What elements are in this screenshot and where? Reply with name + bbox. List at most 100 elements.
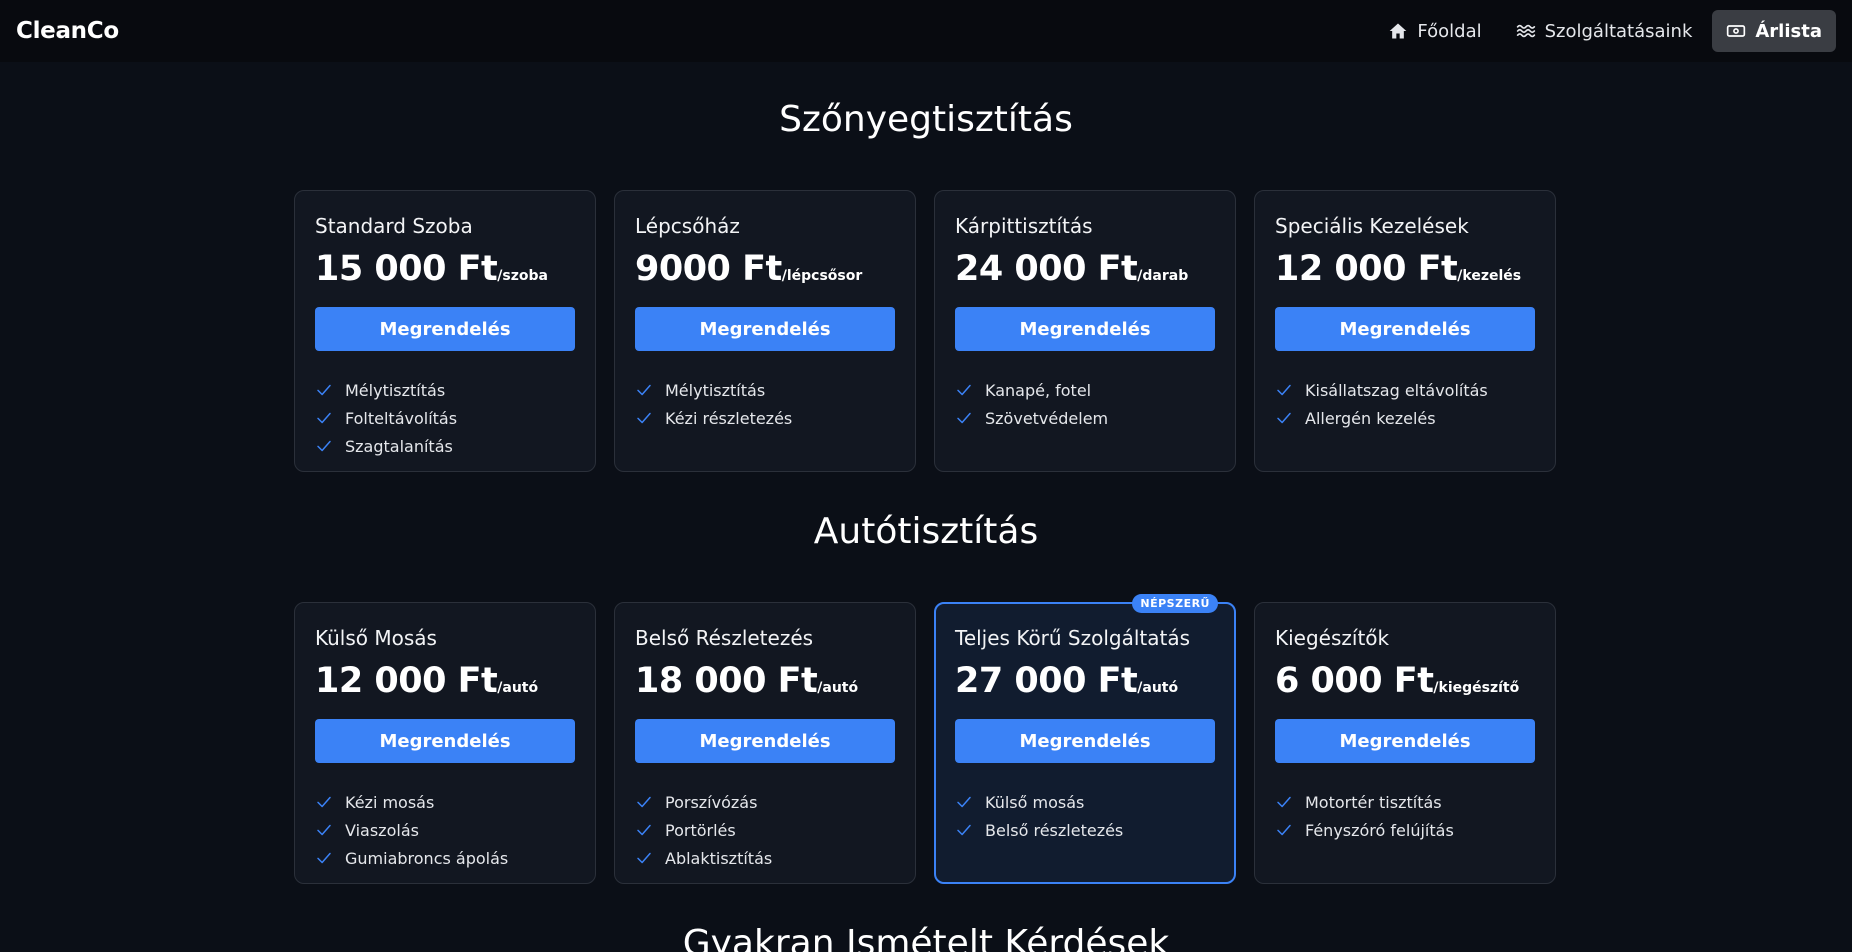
price-unit: /autó <box>817 680 859 696</box>
feature-item: Motortér tisztítás <box>1275 788 1535 816</box>
section-title-carpet: Szőnyegtisztítás <box>779 99 1073 140</box>
check-icon <box>637 796 651 808</box>
feature-label: Mélytisztítás <box>665 380 766 400</box>
feature-label: Mélytisztítás <box>345 380 446 400</box>
price-value: 27 000 Ft <box>955 661 1138 701</box>
feature-label: Folteltávolítás <box>345 408 458 428</box>
nav-link-services[interactable]: Szolgáltatásaink <box>1502 10 1707 52</box>
feature-label: Belső részletezés <box>985 820 1124 840</box>
price-unit: /lépcsősor <box>781 268 863 284</box>
check-icon <box>637 852 651 864</box>
feature-item: Szagtalanítás <box>315 432 575 460</box>
feature-list: Porszívózás Portörlés Ablaktisztítás <box>635 788 895 872</box>
feature-item: Viaszolás <box>315 816 575 844</box>
price-value: 9000 Ft <box>635 249 782 289</box>
feature-item: Kézi részletezés <box>635 404 895 432</box>
check-icon <box>1277 796 1291 808</box>
feature-label: Kézi mosás <box>345 792 435 812</box>
pricing-card: Standard Szoba 15 000 Ft/szoba Megrendelés… <box>294 190 596 472</box>
card-title: Kiegészítők <box>1275 626 1390 650</box>
feature-list: Kézi mosás Viaszolás Gumiabroncs ápolás <box>315 788 575 872</box>
feature-item: Folteltávolítás <box>315 404 575 432</box>
price-row: 12 000 Ft/kezelés <box>1275 249 1535 289</box>
price-row: 9000 Ft/lépcsősor <box>635 249 895 289</box>
order-button[interactable]: Megrendelés <box>635 719 895 763</box>
check-icon <box>317 440 331 452</box>
order-button[interactable]: Megrendelés <box>315 719 575 763</box>
feature-list: Mélytisztítás Kézi részletezés <box>635 376 895 432</box>
card-title: Belső Részletezés <box>635 626 814 650</box>
feature-label: Kisállatszag eltávolítás <box>1305 380 1488 400</box>
feature-label: Szagtalanítás <box>345 436 453 456</box>
feature-label: Szövetvédelem <box>985 408 1109 428</box>
pricing-grid-car: Külső Mosás 12 000 Ft/autó Megrendelés Kézi… <box>294 594 1558 884</box>
card-title: Lépcsőház <box>635 214 740 238</box>
price-unit: /autó <box>1137 680 1179 696</box>
section-title-faq: Gyakran Ismételt Kérdések <box>682 923 1170 952</box>
price-value: 24 000 Ft <box>955 249 1138 289</box>
navbar: CleanCo Főoldal Szolgáltatásaink Árlista <box>0 0 1852 62</box>
feature-item: Külső mosás <box>955 788 1215 816</box>
pricing-card: Belső Részletezés 18 000 Ft/autó Megrendel… <box>614 602 916 884</box>
feature-label: Kézi részletezés <box>665 408 793 428</box>
feature-label: Ablaktisztítás <box>665 848 773 868</box>
order-button[interactable]: Megrendelés <box>1275 307 1535 351</box>
feature-list: Külső mosás Belső részletezés <box>955 788 1215 844</box>
price-unit: /kezelés <box>1457 268 1522 284</box>
pricing-card: Kárpittisztítás 24 000 Ft/darab Megrendelé… <box>934 190 1236 472</box>
section-title-car: Autótisztítás <box>813 511 1039 552</box>
nav-link-label: Árlista <box>1755 20 1822 42</box>
feature-item: Fényszóró felújítás <box>1275 816 1535 844</box>
feature-item: Gumiabroncs ápolás <box>315 844 575 872</box>
price-row: 24 000 Ft/darab <box>955 249 1215 289</box>
feature-item: Ablaktisztítás <box>635 844 895 872</box>
nav-link-pricing[interactable]: Árlista <box>1712 10 1836 52</box>
check-icon <box>957 796 971 808</box>
card-title: Speciális Kezelések <box>1275 214 1469 238</box>
nav-link-label: Szolgáltatásaink <box>1544 20 1693 42</box>
feature-item: Mélytisztítás <box>635 376 895 404</box>
card-title: Külső Mosás <box>315 626 437 650</box>
price-row: 18 000 Ft/autó <box>635 661 895 701</box>
check-icon <box>637 824 651 836</box>
check-icon <box>317 384 331 396</box>
feature-label: Fényszóró felújítás <box>1305 820 1454 840</box>
pricing-card: NÉPSZERŰ Teljes Körű Szolgáltatás 27 000 F… <box>934 594 1236 884</box>
price-unit: /darab <box>1137 268 1189 284</box>
order-button[interactable]: Megrendelés <box>955 719 1215 763</box>
feature-item: Kisállatszag eltávolítás <box>1275 376 1535 404</box>
check-icon <box>1277 824 1291 836</box>
feature-label: Portörlés <box>665 820 736 840</box>
price-unit: /kiegészítő <box>1433 680 1520 696</box>
price-value: 18 000 Ft <box>635 661 818 701</box>
feature-list: Kanapé, fotel Szövetvédelem <box>955 376 1215 432</box>
card-title: Standard Szoba <box>315 214 473 238</box>
price-row: 27 000 Ft/autó <box>955 661 1215 701</box>
price-unit: /autó <box>497 680 539 696</box>
waves-icon <box>1516 24 1535 38</box>
nav-link-home[interactable]: Főoldal <box>1374 10 1495 52</box>
check-icon <box>317 796 331 808</box>
feature-label: Allergén kezelés <box>1305 408 1436 428</box>
check-icon <box>1277 412 1291 424</box>
feature-item: Kézi mosás <box>315 788 575 816</box>
pricing-card: Speciális Kezelések 12 000 Ft/kezelés Megr… <box>1254 190 1556 472</box>
nav-link-label: Főoldal <box>1417 20 1482 42</box>
check-icon <box>957 384 971 396</box>
feature-list: Mélytisztítás Folteltávolítás Szagtalanítá… <box>315 376 575 460</box>
feature-item: Porszívózás <box>635 788 895 816</box>
feature-item: Kanapé, fotel <box>955 376 1215 404</box>
order-button[interactable]: Megrendelés <box>955 307 1215 351</box>
price-row: 12 000 Ft/autó <box>315 661 575 701</box>
price-unit: /szoba <box>497 268 548 284</box>
order-button[interactable]: Megrendelés <box>635 307 895 351</box>
order-button[interactable]: Megrendelés <box>1275 719 1535 763</box>
brand-logo[interactable]: CleanCo <box>16 18 119 44</box>
order-button[interactable]: Megrendelés <box>315 307 575 351</box>
pricing-grid-carpet: Standard Szoba 15 000 Ft/szoba Megrendelés… <box>294 190 1558 472</box>
check-icon <box>637 384 651 396</box>
feature-label: Viaszolás <box>345 820 419 840</box>
price-value: 12 000 Ft <box>315 661 498 701</box>
popular-badge: NÉPSZERŰ <box>1132 594 1218 613</box>
feature-label: Külső mosás <box>985 792 1085 812</box>
